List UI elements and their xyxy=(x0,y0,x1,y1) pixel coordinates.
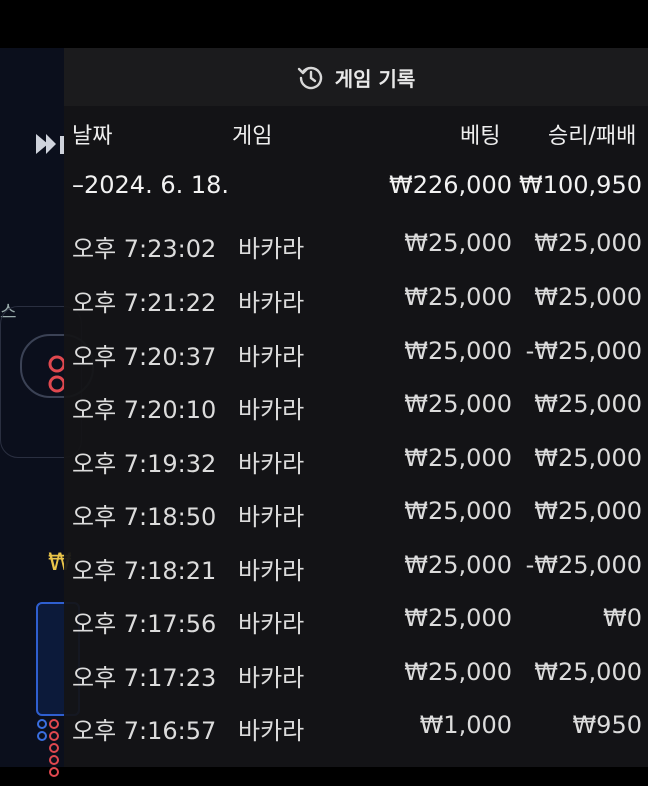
row-result: ₩25,000 xyxy=(534,444,642,472)
row-time: 오후 7:18:50 xyxy=(72,503,217,531)
history-row[interactable]: 오후 7:18:50 바카라 ₩25,000 ₩25,000 xyxy=(64,487,648,541)
row-game: 바카라 xyxy=(238,235,305,263)
row-bet: ₩25,000 xyxy=(404,283,512,311)
row-bet: ₩25,000 xyxy=(404,444,512,472)
row-result: ₩0 xyxy=(603,604,642,632)
history-icon xyxy=(297,66,322,90)
history-row[interactable]: 오후 7:20:37 바카라 ₩25,000 -₩25,000 xyxy=(64,327,648,381)
group-result-total: ₩100,950 xyxy=(519,171,642,199)
row-result: -₩25,000 xyxy=(525,551,642,579)
row-bet: ₩25,000 xyxy=(404,497,512,525)
row-bet: ₩25,000 xyxy=(404,551,512,579)
row-time: 오후 7:17:23 xyxy=(72,664,217,692)
history-row[interactable]: 오후 7:16:57 바카라 ₩1,000 ₩950 xyxy=(64,701,648,755)
row-time: 오후 7:20:10 xyxy=(72,396,217,424)
row-game: 바카라 xyxy=(238,717,305,745)
row-time: 오후 7:19:32 xyxy=(72,450,217,478)
row-bet: ₩1,000 xyxy=(419,711,512,739)
row-result: -₩25,000 xyxy=(525,337,642,365)
row-game: 바카라 xyxy=(238,396,305,424)
column-header-bet: 베팅 xyxy=(460,124,501,149)
row-bet: ₩25,000 xyxy=(404,229,512,257)
panel-title: 게임 기록 xyxy=(334,66,416,91)
row-result: ₩25,000 xyxy=(534,658,642,686)
row-result: ₩25,000 xyxy=(534,390,642,418)
row-time: 오후 7:20:37 xyxy=(72,343,217,371)
row-game: 바카라 xyxy=(238,289,305,317)
history-row[interactable]: 오후 7:17:23 바카라 ₩25,000 ₩25,000 xyxy=(64,648,648,702)
group-date: –2024. 6. 18. xyxy=(72,171,230,199)
row-result: ₩25,000 xyxy=(534,283,642,311)
row-result: ₩25,000 xyxy=(534,229,642,257)
column-header-game: 게임 xyxy=(232,124,273,149)
history-row[interactable]: 오후 7:19:32 바카라 ₩25,000 ₩25,000 xyxy=(64,434,648,488)
game-history-panel: 게임 기록 날짜 게임 베팅 승리/패배 –2024. 6. 18. ₩226,… xyxy=(64,48,648,767)
row-game: 바카라 xyxy=(238,503,305,531)
row-game: 바카라 xyxy=(238,343,305,371)
panel-header: 게임 기록 xyxy=(64,48,648,106)
brand-logo-icon xyxy=(36,134,64,154)
history-row[interactable]: 오후 7:23:02 바카라 ₩25,000 ₩25,000 xyxy=(64,219,648,273)
row-game: 바카라 xyxy=(238,557,305,585)
group-bet-total: ₩226,000 xyxy=(389,171,512,199)
row-result: ₩25,000 xyxy=(534,497,642,525)
row-game: 바카라 xyxy=(238,664,305,692)
row-time: 오후 7:16:57 xyxy=(72,717,217,745)
row-time: 오후 7:17:56 xyxy=(72,610,217,638)
date-group-row[interactable]: –2024. 6. 18. ₩226,000 ₩100,950 xyxy=(64,161,648,215)
row-bet: ₩25,000 xyxy=(404,658,512,686)
row-bet: ₩25,000 xyxy=(404,390,512,418)
row-bet: ₩25,000 xyxy=(404,604,512,632)
row-time: 오후 7:23:02 xyxy=(72,235,217,263)
row-bet: ₩25,000 xyxy=(404,337,512,365)
column-header-date: 날짜 xyxy=(72,124,113,149)
row-result: ₩950 xyxy=(572,711,642,739)
row-time: 오후 7:18:21 xyxy=(72,557,217,585)
history-row[interactable]: 오후 7:21:22 바카라 ₩25,000 ₩25,000 xyxy=(64,273,648,327)
column-header-result: 승리/패배 xyxy=(548,124,637,149)
row-game: 바카라 xyxy=(238,610,305,638)
history-row[interactable]: 오후 7:17:56 바카라 ₩25,000 ₩0 xyxy=(64,594,648,648)
history-row[interactable]: 오후 7:20:10 바카라 ₩25,000 ₩25,000 xyxy=(64,380,648,434)
history-row[interactable]: 오후 7:18:21 바카라 ₩25,000 -₩25,000 xyxy=(64,541,648,595)
row-game: 바카라 xyxy=(238,450,305,478)
row-time: 오후 7:21:22 xyxy=(72,289,217,317)
